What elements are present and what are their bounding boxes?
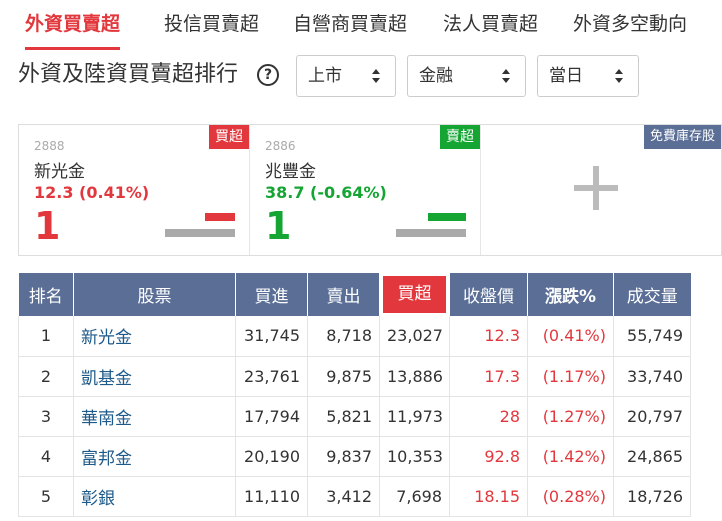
col-close[interactable]: 收盤價 <box>449 273 528 316</box>
cell-sell: 5,821 <box>307 396 380 437</box>
stock-code: 2886 <box>265 139 296 153</box>
cell-rank: 1 <box>18 316 74 357</box>
stock-link[interactable]: 凱基金 <box>73 356 236 397</box>
stock-price-change: 38.7 (-0.64%) <box>265 183 387 202</box>
industry-select-value: 金融 <box>419 66 453 86</box>
add-icon[interactable] <box>574 166 618 210</box>
volume-bar-neutral <box>165 229 235 237</box>
cell-volume: 20,797 <box>613 396 691 437</box>
stock-price-change: 12.3 (0.41%) <box>34 183 150 202</box>
industry-select[interactable]: 金融 <box>407 55 526 97</box>
cell-buy: 23,761 <box>235 356 308 397</box>
col-stock[interactable]: 股票 <box>73 273 236 316</box>
page-title: 外資及陸資買賣超排行 <box>18 62 239 87</box>
tab-trust-net[interactable]: 投信買賣超 <box>164 0 259 48</box>
cell-net: 7,698 <box>379 476 450 517</box>
ranking-table: 排名 股票 買進 賣出 買超 收盤價 漲跌% 成交量 1 新光金 31,745 … <box>18 273 691 517</box>
cell-sell: 9,875 <box>307 356 380 397</box>
cell-rank: 5 <box>18 476 74 517</box>
tab-institutional-net[interactable]: 法人買賣超 <box>443 0 538 48</box>
cell-change: (1.17%) <box>527 356 614 397</box>
cell-change: (1.42%) <box>527 436 614 477</box>
stock-card-sell[interactable]: 2886 兆豐金 38.7 (-0.64%) 1 賣超 <box>250 125 481 255</box>
table-header-row: 排名 股票 買進 賣出 買超 收盤價 漲跌% 成交量 <box>18 273 691 316</box>
stock-link[interactable]: 華南金 <box>73 396 236 437</box>
stock-name: 新光金 <box>34 162 85 182</box>
tab-foreign-net[interactable]: 外資買賣超 <box>25 0 121 50</box>
market-select[interactable]: 上市 <box>296 55 396 97</box>
help-icon[interactable]: ? <box>257 64 279 86</box>
cell-volume: 55,749 <box>613 316 691 357</box>
cell-sell: 9,837 <box>307 436 380 477</box>
tab-dealer-net[interactable]: 自營商買賣超 <box>293 0 407 48</box>
cell-close: 18.15 <box>449 476 528 517</box>
col-net-buy-label: 買超 <box>383 276 446 313</box>
table-row: 4 富邦金 20,190 9,837 10,353 92.8 (1.42%) 2… <box>18 436 691 477</box>
sell-badge: 賣超 <box>440 125 480 149</box>
free-stock-badge[interactable]: 免費庫存股 <box>643 125 721 149</box>
stock-link[interactable]: 彰銀 <box>73 476 236 517</box>
col-change[interactable]: 漲跌% <box>527 273 614 316</box>
cell-volume: 24,865 <box>613 436 691 477</box>
volume-bar-sell <box>428 213 466 221</box>
cell-close: 17.3 <box>449 356 528 397</box>
select-arrows-icon <box>372 69 380 83</box>
table-row: 1 新光金 31,745 8,718 23,027 12.3 (0.41%) 5… <box>18 316 691 357</box>
cell-net: 10,353 <box>379 436 450 477</box>
cell-net: 13,886 <box>379 356 450 397</box>
table-row: 2 凱基金 23,761 9,875 13,886 17.3 (1.17%) 3… <box>18 356 691 397</box>
cell-change: (1.27%) <box>527 396 614 437</box>
volume-bar-buy <box>205 213 235 221</box>
col-sell[interactable]: 賣出 <box>307 273 380 316</box>
cell-close: 28 <box>449 396 528 437</box>
table-row: 3 華南金 17,794 5,821 11,973 28 (1.27%) 20,… <box>18 396 691 437</box>
cell-change: (0.28%) <box>527 476 614 517</box>
stock-rank: 1 <box>265 204 292 248</box>
volume-bar-neutral <box>396 229 466 237</box>
cell-net: 11,973 <box>379 396 450 437</box>
cell-buy: 11,110 <box>235 476 308 517</box>
stock-card-buy[interactable]: 2888 新光金 12.3 (0.41%) 1 買超 <box>19 125 250 255</box>
cell-rank: 3 <box>18 396 74 437</box>
stock-name: 兆豐金 <box>265 162 316 182</box>
select-arrows-icon <box>615 69 623 83</box>
col-net-buy[interactable]: 買超 <box>379 273 450 316</box>
cell-close: 92.8 <box>449 436 528 477</box>
cell-sell: 3,412 <box>307 476 380 517</box>
stock-link[interactable]: 富邦金 <box>73 436 236 477</box>
col-volume[interactable]: 成交量 <box>613 273 691 316</box>
col-buy[interactable]: 買進 <box>235 273 308 316</box>
tab-bar: 外資買賣超 投信買賣超 自營商買賣超 法人買賣超 外資多空動向 <box>0 0 722 50</box>
stock-rank: 1 <box>34 204 61 248</box>
stock-code: 2888 <box>34 139 65 153</box>
cell-net: 23,027 <box>379 316 450 357</box>
cell-buy: 31,745 <box>235 316 308 357</box>
cell-change: (0.41%) <box>527 316 614 357</box>
cell-sell: 8,718 <box>307 316 380 357</box>
market-select-value: 上市 <box>308 66 342 86</box>
cell-buy: 20,190 <box>235 436 308 477</box>
cell-rank: 2 <box>18 356 74 397</box>
cell-rank: 4 <box>18 436 74 477</box>
cell-volume: 33,740 <box>613 356 691 397</box>
buy-badge: 買超 <box>209 125 249 149</box>
period-select-value: 當日 <box>549 66 583 86</box>
cell-volume: 18,726 <box>613 476 691 517</box>
table-row: 5 彰銀 11,110 3,412 7,698 18.15 (0.28%) 18… <box>18 476 691 517</box>
select-arrows-icon <box>502 69 510 83</box>
tab-foreign-long-short[interactable]: 外資多空動向 <box>573 0 687 48</box>
period-select[interactable]: 當日 <box>537 55 639 97</box>
col-rank[interactable]: 排名 <box>18 273 74 316</box>
cell-buy: 17,794 <box>235 396 308 437</box>
stock-link[interactable]: 新光金 <box>73 316 236 357</box>
cell-close: 12.3 <box>449 316 528 357</box>
